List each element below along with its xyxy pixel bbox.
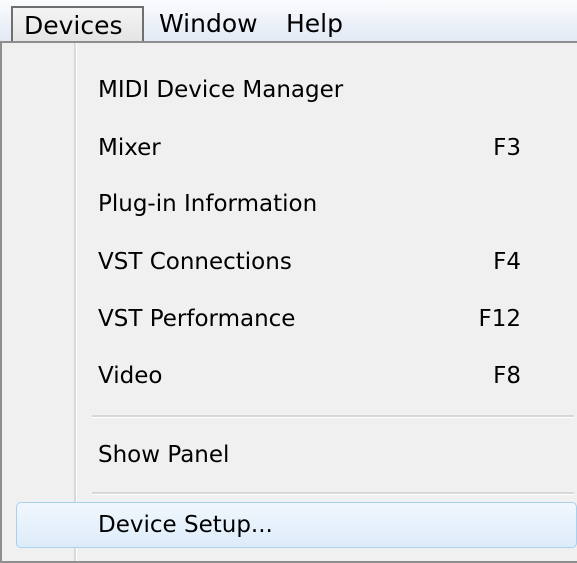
menu-window[interactable]: Window [151, 6, 266, 42]
menu-item-label: Mixer [98, 135, 161, 161]
devices-dropdown: MIDI Device Manager Mixer F3 Plug-in Inf… [0, 41, 577, 563]
menu-item-label: Device Setup... [98, 512, 273, 538]
menu-item-shortcut: F8 [493, 363, 521, 389]
menu-help[interactable]: Help [278, 6, 351, 42]
menu-item-label: Show Panel [98, 442, 230, 468]
menu-item-shortcut: F3 [493, 135, 521, 161]
menu-item-shortcut: F12 [478, 306, 522, 332]
menu-item-video[interactable]: Video F8 [2, 349, 577, 403]
menu-item-label: Plug-in Information [98, 191, 318, 217]
menu-item-plugin-information[interactable]: Plug-in Information [2, 177, 577, 231]
menu-separator [92, 415, 574, 418]
menu-item-label: VST Performance [98, 306, 296, 332]
menu-item-vst-connections[interactable]: VST Connections F4 [2, 235, 577, 289]
menu-item-shortcut: F4 [493, 249, 521, 275]
menu-item-label: VST Connections [98, 249, 292, 275]
menu-separator [92, 492, 574, 495]
menu-item-label: MIDI Device Manager [98, 77, 344, 103]
menu-item-device-setup[interactable]: Device Setup... [2, 498, 577, 552]
menu-item-show-panel[interactable]: Show Panel [2, 428, 577, 482]
app-window: Devices Window Help MIDI Device Manager … [0, 0, 577, 563]
menu-item-label: Video [98, 363, 163, 389]
menu-devices[interactable]: Devices [11, 6, 144, 42]
menu-item-vst-performance[interactable]: VST Performance F12 [2, 292, 577, 346]
menu-item-midi-device-manager[interactable]: MIDI Device Manager [2, 63, 577, 117]
menu-item-mixer[interactable]: Mixer F3 [2, 121, 577, 175]
